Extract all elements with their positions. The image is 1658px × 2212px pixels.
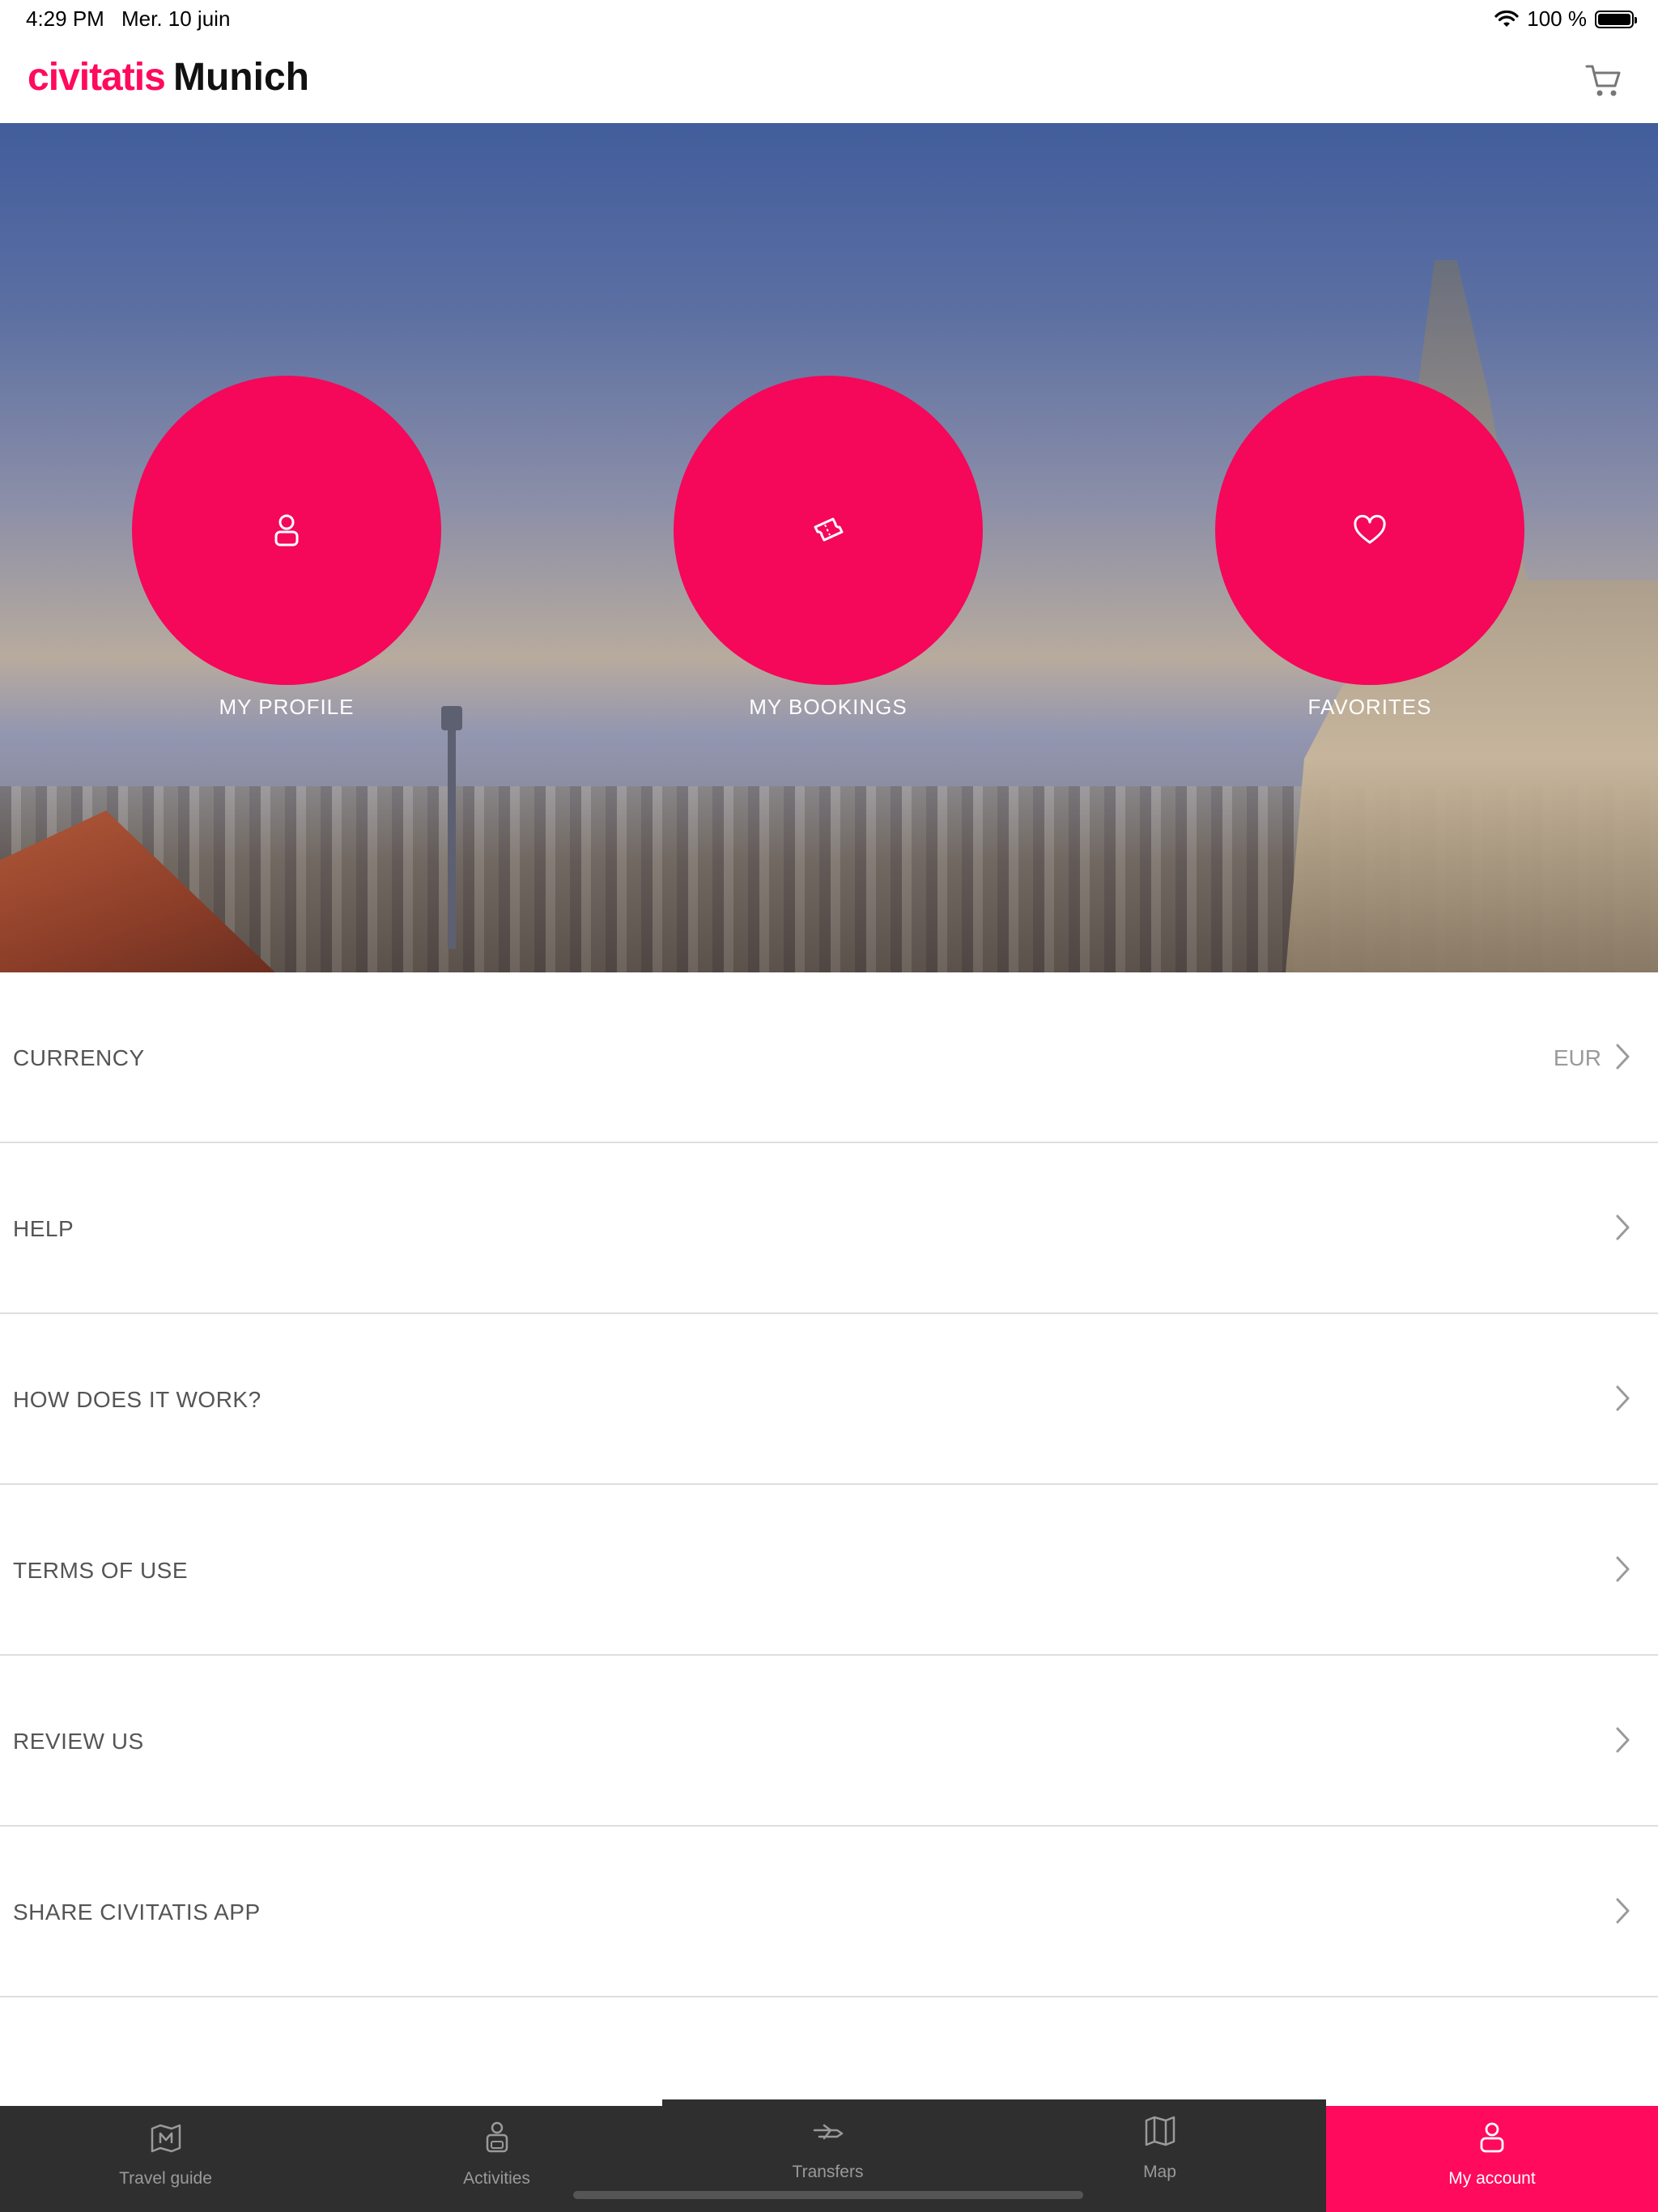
app-header: civitatis Munich bbox=[0, 37, 1658, 124]
tv-tower-top-image bbox=[441, 706, 462, 730]
tab-label: Transfers bbox=[792, 2163, 864, 2181]
status-time: 4:29 PM bbox=[26, 6, 104, 31]
chevron-right-icon bbox=[1616, 1727, 1630, 1753]
tab-my-account[interactable]: My account bbox=[1326, 2106, 1658, 2212]
tab-label: Travel guide bbox=[119, 2169, 212, 2188]
ticket-icon bbox=[814, 517, 844, 542]
chevron-right-icon bbox=[1616, 1385, 1630, 1411]
battery-percent: 100 % bbox=[1527, 6, 1587, 31]
menu-item-label: SHARE CIVITATIS APP bbox=[13, 1899, 261, 1925]
status-date: Mer. 10 juin bbox=[121, 6, 231, 31]
user-icon bbox=[1480, 2122, 1504, 2153]
my-profile-button[interactable]: MY PROFILE bbox=[132, 376, 441, 720]
user-icon bbox=[274, 514, 299, 547]
menu-item-share-app[interactable]: SHARE CIVITATIS APP bbox=[0, 1827, 1658, 1997]
menu-item-label: HELP bbox=[13, 1216, 74, 1241]
menu-item-label: TERMS OF USE bbox=[13, 1558, 189, 1583]
my-profile-label: MY PROFILE bbox=[219, 695, 355, 719]
tab-travel-guide[interactable]: Travel guide bbox=[0, 2106, 331, 2212]
menu-item-label: CURRENCY bbox=[13, 1045, 145, 1070]
currency-value: EUR bbox=[1553, 1045, 1601, 1070]
battery-icon bbox=[1595, 10, 1637, 28]
activities-icon bbox=[486, 2121, 508, 2153]
favorites-circle[interactable] bbox=[1215, 376, 1524, 685]
my-bookings-circle[interactable] bbox=[674, 376, 983, 685]
menu-item-review-us[interactable]: REVIEW US bbox=[0, 1656, 1658, 1827]
map-guide-icon bbox=[151, 2124, 181, 2153]
chevron-right-icon bbox=[1616, 1898, 1630, 1924]
wifi-icon bbox=[1494, 10, 1519, 27]
heart-icon bbox=[1354, 514, 1386, 544]
my-bookings-label: MY BOOKINGS bbox=[749, 695, 908, 719]
home-indicator bbox=[573, 2191, 1083, 2199]
map-icon bbox=[1145, 2116, 1175, 2146]
city-title: Munich bbox=[173, 56, 309, 99]
tab-label: Map bbox=[1143, 2163, 1176, 2181]
chevron-right-icon bbox=[1616, 1044, 1630, 1070]
chevron-right-icon bbox=[1616, 1214, 1630, 1240]
transfers-icon bbox=[813, 2124, 843, 2140]
chevron-right-icon bbox=[1616, 1556, 1630, 1582]
brand-logo[interactable]: civitatis bbox=[28, 55, 166, 100]
favorites-label: FAVORITES bbox=[1307, 695, 1432, 719]
menu-item-how-does-it-work[interactable]: HOW DOES IT WORK? bbox=[0, 1314, 1658, 1485]
cart-icon[interactable] bbox=[1582, 58, 1626, 102]
hero-banner: MY PROFILE MY BOOKINGS FAVORITES bbox=[0, 123, 1658, 972]
status-bar: 4:29 PM Mer. 10 juin 100 % bbox=[0, 0, 1658, 37]
my-bookings-button[interactable]: MY BOOKINGS bbox=[674, 376, 983, 720]
menu-item-label: HOW DOES IT WORK? bbox=[13, 1387, 261, 1412]
tab-label: Activities bbox=[463, 2169, 530, 2188]
my-profile-circle[interactable] bbox=[132, 376, 441, 685]
menu-item-terms-of-use[interactable]: TERMS OF USE bbox=[0, 1485, 1658, 1656]
account-menu: CURRENCY EUR HELP HOW DOES IT WORK? TERM… bbox=[0, 972, 1658, 1997]
menu-item-currency[interactable]: CURRENCY EUR bbox=[0, 972, 1658, 1143]
menu-item-help[interactable]: HELP bbox=[0, 1143, 1658, 1314]
favorites-button[interactable]: FAVORITES bbox=[1215, 376, 1524, 720]
tab-label: My account bbox=[1448, 2169, 1536, 2188]
status-right: 100 % bbox=[1494, 6, 1637, 32]
tv-tower-image bbox=[448, 706, 456, 949]
menu-item-label: REVIEW US bbox=[13, 1729, 144, 1754]
